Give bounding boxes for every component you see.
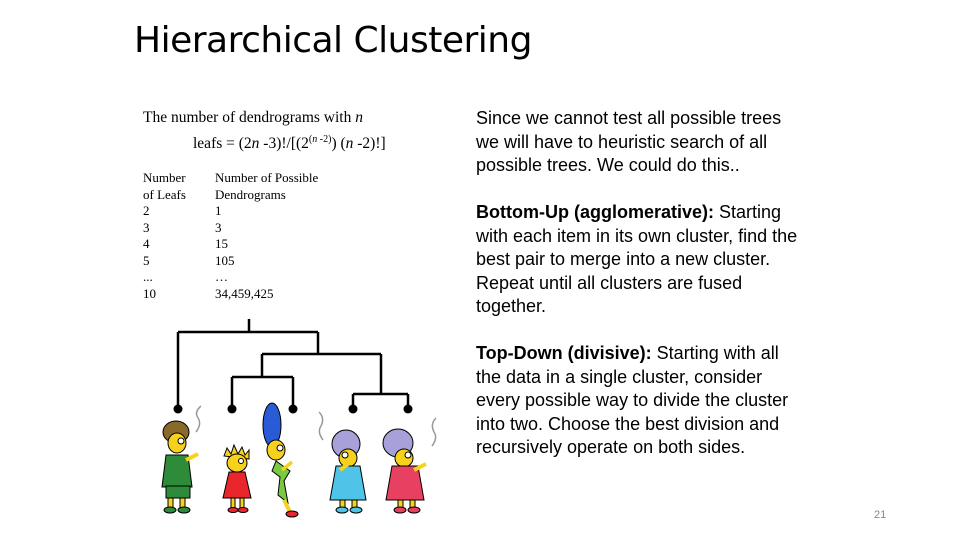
clustering-explanation: Since we cannot test all possible trees … — [476, 107, 806, 483]
leaf-dot — [348, 404, 358, 414]
page-number: 21 — [874, 509, 887, 521]
bottom-up-heading: Bottom-Up (agglomerative): — [476, 202, 714, 222]
dendrogram-tree — [176, 319, 410, 408]
bottom-up-paragraph: Bottom-Up (agglomerative): Starting with… — [476, 201, 806, 319]
leaf-character-cyan-dress-icon — [318, 411, 367, 514]
leaf-character-pink-dress-icon — [382, 417, 437, 514]
leaf-dot — [288, 404, 298, 414]
dendrogram-leaf-dots — [173, 404, 413, 414]
leaf-dot — [173, 404, 183, 414]
leaf-character-green-dress-icon — [161, 405, 202, 514]
leaf-character-blue-hair-icon — [262, 402, 299, 518]
leaf-dot — [403, 404, 413, 414]
leaf-dot — [227, 404, 237, 414]
top-down-paragraph: Top-Down (divisive): Starting with all t… — [476, 342, 806, 460]
leaf-character-red-dress-icon — [222, 443, 252, 513]
intro-paragraph: Since we cannot test all possible trees … — [476, 108, 782, 175]
top-down-heading: Top-Down (divisive): — [476, 343, 652, 363]
